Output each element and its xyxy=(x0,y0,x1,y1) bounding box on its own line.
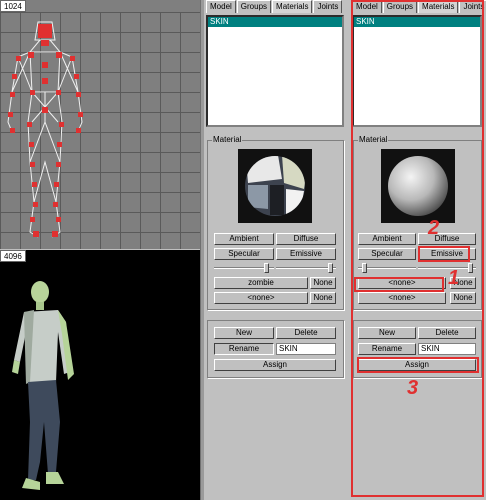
slider-thumb[interactable] xyxy=(264,263,269,273)
emissive-button[interactable]: Emissive xyxy=(276,248,336,260)
tab-model[interactable]: Model xyxy=(206,0,236,13)
slider-thumb[interactable] xyxy=(328,263,333,273)
ambient-button[interactable]: Ambient xyxy=(358,233,416,245)
diffuse-button[interactable]: Diffuse xyxy=(418,233,476,245)
specular-button[interactable]: Specular xyxy=(214,248,274,260)
specular-button[interactable]: Specular xyxy=(358,248,416,260)
material-actions-group: New Delete Rename SKIN Assign xyxy=(353,320,482,378)
new-button[interactable]: New xyxy=(358,327,416,339)
alpha-none-button[interactable]: None xyxy=(450,292,476,304)
emissive-button[interactable]: Emissive xyxy=(418,248,476,260)
material-actions-group: New Delete Rename SKIN Assign xyxy=(207,320,344,378)
viewport-zoom-label: 4096 xyxy=(0,250,26,262)
rename-button[interactable]: Rename xyxy=(214,343,274,355)
material-name-field[interactable]: SKIN xyxy=(418,343,476,355)
diffuse-button[interactable]: Diffuse xyxy=(276,233,336,245)
wireframe-model xyxy=(7,21,83,238)
texture-none-button[interactable]: None xyxy=(310,277,336,289)
texture-button[interactable]: <none> xyxy=(358,277,446,289)
transparency-slider[interactable] xyxy=(418,263,476,273)
tab-joints[interactable]: Joints xyxy=(313,0,343,13)
viewport-zoom-label: 1024 xyxy=(0,0,26,12)
materials-panel-after: Model Groups Materials Joints SKIN Mater… xyxy=(350,0,486,500)
slider-thumb[interactable] xyxy=(362,263,367,273)
list-item[interactable]: SKIN xyxy=(208,17,342,27)
textured-viewport[interactable]: 4096 xyxy=(0,250,200,500)
material-group-title: Material xyxy=(212,135,243,145)
annotation-number-3: 3 xyxy=(407,377,419,399)
slider-track xyxy=(276,267,336,269)
tab-groups[interactable]: Groups xyxy=(236,0,272,13)
shininess-slider[interactable] xyxy=(214,263,274,273)
tab-materials[interactable]: Materials xyxy=(418,0,459,13)
ambient-button[interactable]: Ambient xyxy=(214,233,274,245)
material-preview xyxy=(238,149,312,223)
material-group: Material Ambient Diffuse Specular Emissi… xyxy=(353,135,482,310)
rename-button[interactable]: Rename xyxy=(358,343,416,355)
delete-button[interactable]: Delete xyxy=(418,327,476,339)
shininess-slider[interactable] xyxy=(358,263,416,273)
panel-tabs: Model Groups Materials Joints xyxy=(206,0,343,13)
slider-thumb[interactable] xyxy=(468,263,473,273)
material-group-title: Material xyxy=(358,135,389,145)
wireframe-viewport[interactable]: 1024 xyxy=(0,0,200,249)
delete-button[interactable]: Delete xyxy=(276,327,336,339)
tab-materials[interactable]: Materials xyxy=(272,0,313,13)
material-list[interactable]: SKIN xyxy=(206,15,344,127)
panel-tabs: Model Groups Materials Joints xyxy=(352,0,486,13)
tab-joints[interactable]: Joints xyxy=(459,0,486,13)
materials-panel-before: Model Groups Materials Joints SKIN Mater… xyxy=(204,0,348,500)
tab-groups[interactable]: Groups xyxy=(382,0,418,13)
texture-button[interactable]: zombie xyxy=(214,277,308,289)
material-name-field[interactable]: SKIN xyxy=(276,343,336,355)
tab-model[interactable]: Model xyxy=(352,0,382,13)
assign-button[interactable]: Assign xyxy=(358,359,476,371)
material-list[interactable]: SKIN xyxy=(352,15,482,127)
annotation-number-2: 2 xyxy=(428,217,440,239)
material-preview xyxy=(381,149,455,223)
alpha-none-button[interactable]: None xyxy=(310,292,336,304)
list-item[interactable]: SKIN xyxy=(354,17,480,27)
annotation-number-1: 1 xyxy=(448,267,460,289)
assign-button[interactable]: Assign xyxy=(214,359,336,371)
alpha-map-button[interactable]: <none> xyxy=(358,292,446,304)
textured-model xyxy=(12,281,74,490)
new-button[interactable]: New xyxy=(214,327,274,339)
transparency-slider[interactable] xyxy=(276,263,336,273)
material-group: Material Ambient Diffuse Specular Emissi… xyxy=(207,135,344,310)
alpha-map-button[interactable]: <none> xyxy=(214,292,308,304)
